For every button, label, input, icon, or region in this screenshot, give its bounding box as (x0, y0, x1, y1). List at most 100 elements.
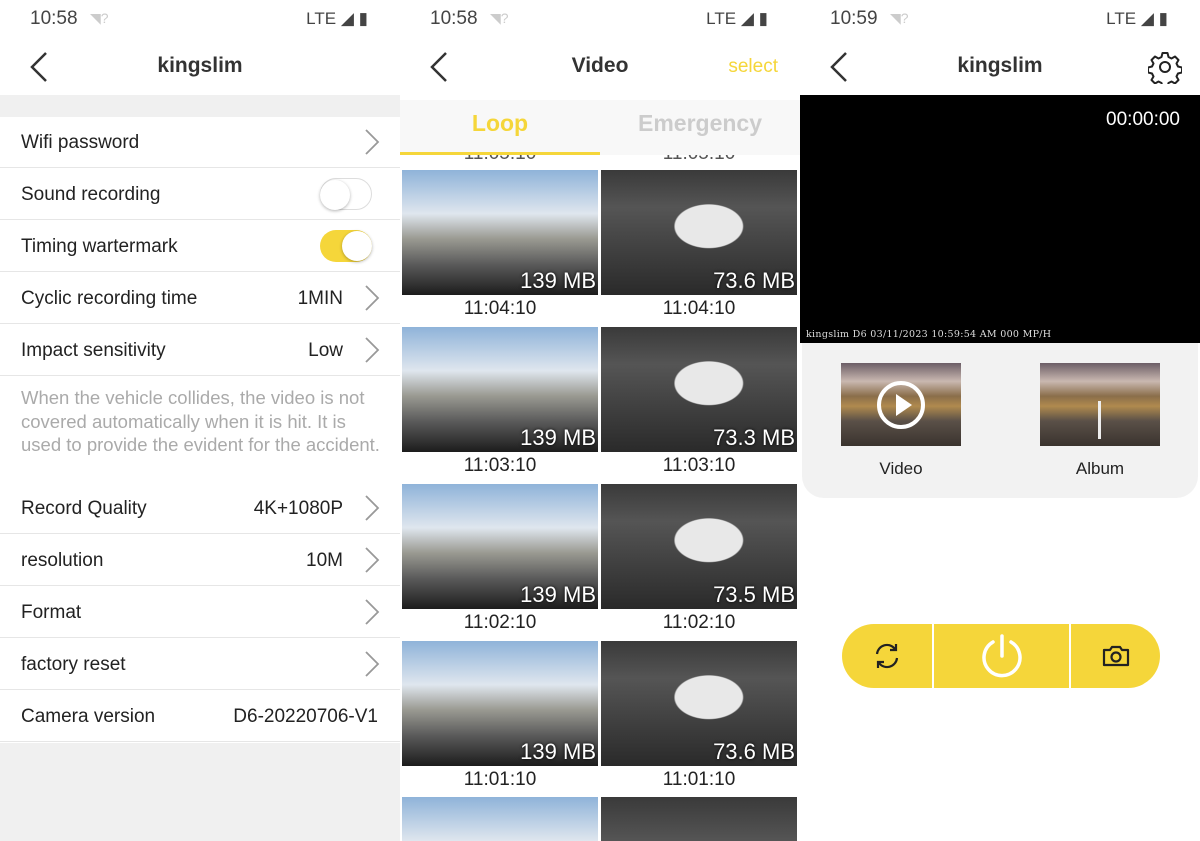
live-preview[interactable]: 00:00:00 kingslim D6 03/11/2023 10:59:54… (800, 95, 1200, 343)
road-image (1098, 401, 1101, 439)
video-thumbnail-rear[interactable]: 73.6 MB (601, 641, 797, 766)
video-timestamp: 11:03:10 (662, 455, 736, 476)
album-tile[interactable] (1040, 363, 1160, 446)
video-thumbnail-front[interactable]: 139 MB (402, 641, 598, 766)
impact-description: When the vehicle collides, the video is … (21, 387, 380, 455)
chevron-right-icon (365, 651, 380, 677)
status-time: 10:59 (830, 8, 878, 29)
chevron-right-icon (365, 285, 380, 311)
file-size: 139 MB (520, 582, 596, 607)
wifi-icon: ◥? (890, 10, 909, 26)
video-tile[interactable] (841, 363, 961, 446)
live-screen: 10:59 ◥? LTE ◢ ▮ kingslim 00:00:00 kings… (800, 0, 1200, 841)
row-value: D6-20220706-V1 (233, 706, 378, 727)
row-label: factory reset (21, 654, 126, 675)
status-time: 10:58 (30, 8, 78, 29)
chevron-right-icon (365, 337, 380, 363)
page-title: kingslim (157, 54, 243, 77)
settings-row[interactable]: Record Quality 4K+1080P (0, 483, 400, 534)
settings-row[interactable]: Impact sensitivity Low (0, 325, 400, 376)
file-size: 139 MB (520, 268, 596, 293)
row-label: Wifi password (21, 132, 140, 153)
tab-loop[interactable]: Loop (400, 110, 600, 137)
video-timestamp: 11:01:10 (662, 769, 736, 790)
network-label: LTE (1106, 9, 1137, 28)
settings-row[interactable]: Sound recording (0, 169, 400, 220)
video-timestamp: 11:04:10 (463, 298, 537, 319)
video-thumbnail-front[interactable]: 139 MB (402, 484, 598, 609)
video-thumbnail-rear[interactable]: 73.5 MB (601, 484, 797, 609)
file-size: 139 MB (520, 425, 596, 450)
file-size: 73.5 MB (713, 582, 795, 607)
control-bar (842, 624, 1160, 688)
video-thumbnail[interactable] (601, 797, 797, 841)
file-size: 73.6 MB (713, 268, 795, 293)
power-icon (981, 634, 1022, 678)
osd-overlay: kingslim D6 03/11/2023 10:59:54 AM 000 M… (806, 329, 1052, 340)
snapshot-button[interactable] (1071, 624, 1160, 688)
row-value: 1MIN (297, 288, 343, 309)
video-thumbnail-front[interactable]: 139 MB (402, 170, 598, 295)
record-button[interactable] (934, 624, 1069, 688)
row-value: 4K+1080P (253, 498, 343, 519)
row-label: Cyclic recording time (21, 288, 198, 309)
video-timestamp: 11:02:10 (463, 612, 537, 633)
header: kingslim (800, 40, 1200, 95)
settings-row[interactable]: resolution 10M (0, 535, 400, 586)
file-size: 73.6 MB (713, 739, 795, 764)
header: Video select (400, 40, 800, 95)
chevron-right-icon (365, 599, 380, 625)
gear-icon[interactable] (1148, 50, 1182, 84)
toggle-knob (342, 231, 372, 261)
footer-space (0, 743, 400, 841)
video-thumbnail[interactable] (402, 797, 598, 841)
settings-row: Camera version D6-20220706-V1 (0, 691, 400, 742)
video-screen: 10:58 ◥? LTE ◢ ▮ Video select 11:05:10 1… (400, 0, 800, 841)
wifi-icon: ◥? (490, 10, 509, 26)
row-label: Impact sensitivity (21, 340, 166, 361)
video-timestamp: 11:01:10 (463, 769, 537, 790)
video-thumbnail-front[interactable]: 139 MB (402, 327, 598, 452)
video-timestamp: 11:04:10 (662, 298, 736, 319)
settings-row[interactable]: factory reset (0, 639, 400, 690)
album-label[interactable]: Album (1040, 459, 1160, 479)
network-label: LTE (706, 9, 737, 28)
row-label: resolution (21, 550, 104, 571)
row-label: Camera version (21, 706, 156, 727)
toggle-switch[interactable] (320, 230, 372, 262)
chevron-right-icon (365, 129, 380, 155)
tab-emergency[interactable]: Emergency (600, 110, 800, 137)
row-label: Sound recording (21, 184, 161, 205)
row-label: Timing wartermark (21, 236, 178, 257)
video-label[interactable]: Video (841, 459, 961, 479)
file-size: 73.3 MB (713, 425, 795, 450)
settings-row[interactable]: Timing wartermark (0, 221, 400, 272)
video-timestamp: 11:03:10 (463, 455, 537, 476)
signal-icon: ◢ (340, 9, 354, 28)
row-label: Format (21, 602, 82, 623)
divider (0, 95, 400, 117)
video-thumbnail-rear[interactable]: 73.6 MB (601, 170, 797, 295)
video-thumbnail-rear[interactable]: 73.3 MB (601, 327, 797, 452)
status-bar: 10:58 ◥? LTE ◢ ▮ (0, 0, 400, 40)
settings-row[interactable]: Cyclic recording time 1MIN (0, 273, 400, 324)
video-timestamp: 11:02:10 (662, 612, 736, 633)
signal-icon: ◢ (740, 9, 754, 28)
chevron-right-icon (365, 495, 380, 521)
toggle-knob (320, 180, 350, 210)
battery-icon: ▮ (758, 9, 768, 28)
settings-row[interactable]: Format (0, 587, 400, 638)
status-time: 10:58 (430, 8, 478, 29)
switch-camera-button[interactable] (842, 624, 932, 688)
toggle-switch[interactable] (320, 178, 372, 210)
play-icon (877, 381, 925, 429)
chevron-right-icon (365, 547, 380, 573)
status-bar: 10:58 ◥? LTE ◢ ▮ (400, 0, 800, 40)
page-title: kingslim (957, 54, 1043, 77)
header: kingslim (0, 40, 400, 95)
settings-row[interactable]: Wifi password (0, 117, 400, 168)
select-button[interactable]: select (728, 56, 778, 78)
battery-icon: ▮ (1158, 9, 1168, 28)
row-value: 10M (306, 550, 343, 571)
switch-camera-icon (875, 643, 899, 669)
